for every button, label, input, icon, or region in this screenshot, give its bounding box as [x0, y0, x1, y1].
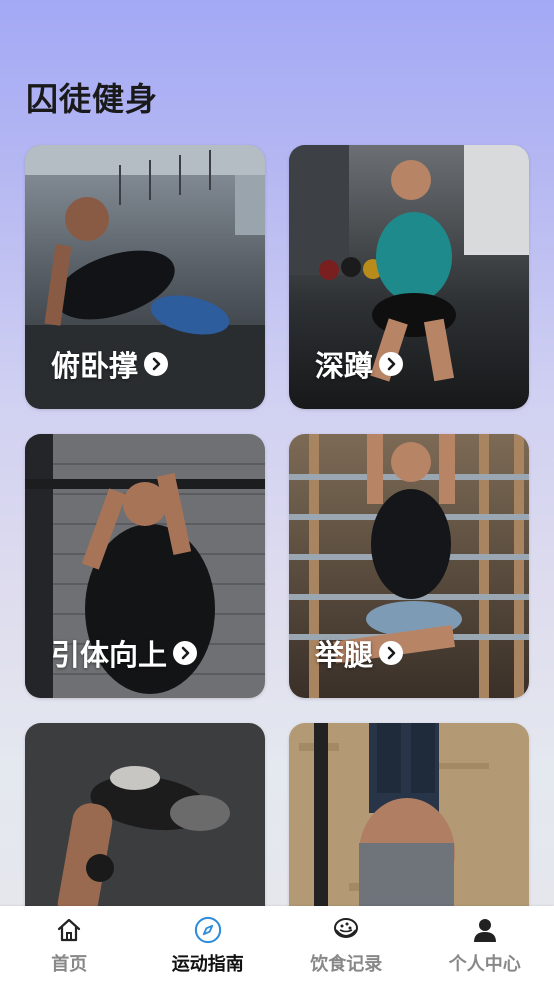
food-bowl-icon — [332, 916, 360, 944]
exercise-label: 深蹲 — [315, 343, 404, 385]
bottom-tab-bar: 首页 运动指南 饮食记录 个人中心 — [0, 906, 554, 984]
exercise-card-squat[interactable]: 深蹲 — [289, 145, 529, 409]
tab-profile[interactable]: 个人中心 — [416, 906, 554, 984]
tab-home[interactable]: 首页 — [0, 906, 139, 984]
page-title: 囚徒健身 — [26, 80, 159, 118]
chevron-right-circle-icon — [144, 352, 169, 376]
tab-diet-record[interactable]: 饮食记录 — [277, 906, 416, 984]
chevron-right-circle-icon — [379, 641, 404, 665]
exercise-card-pushup[interactable]: 俯卧撑 — [25, 145, 265, 409]
exercise-card-pullup[interactable]: 引体向上 — [25, 434, 265, 698]
exercise-label: 举腿 — [315, 632, 404, 674]
home-icon — [55, 916, 83, 944]
exercise-card-legraise[interactable]: 举腿 — [289, 434, 529, 698]
chevron-right-circle-icon — [173, 641, 198, 665]
chevron-right-circle-icon — [379, 352, 404, 376]
tab-label: 运动指南 — [171, 954, 244, 975]
tab-label: 首页 — [51, 954, 88, 975]
compass-icon — [194, 916, 222, 944]
tab-label: 个人中心 — [448, 954, 521, 975]
user-icon — [471, 916, 499, 944]
exercise-label: 引体向上 — [51, 632, 198, 674]
exercise-label: 俯卧撑 — [51, 343, 169, 385]
tab-label: 饮食记录 — [310, 954, 383, 975]
tab-exercise-guide[interactable]: 运动指南 — [139, 906, 278, 984]
